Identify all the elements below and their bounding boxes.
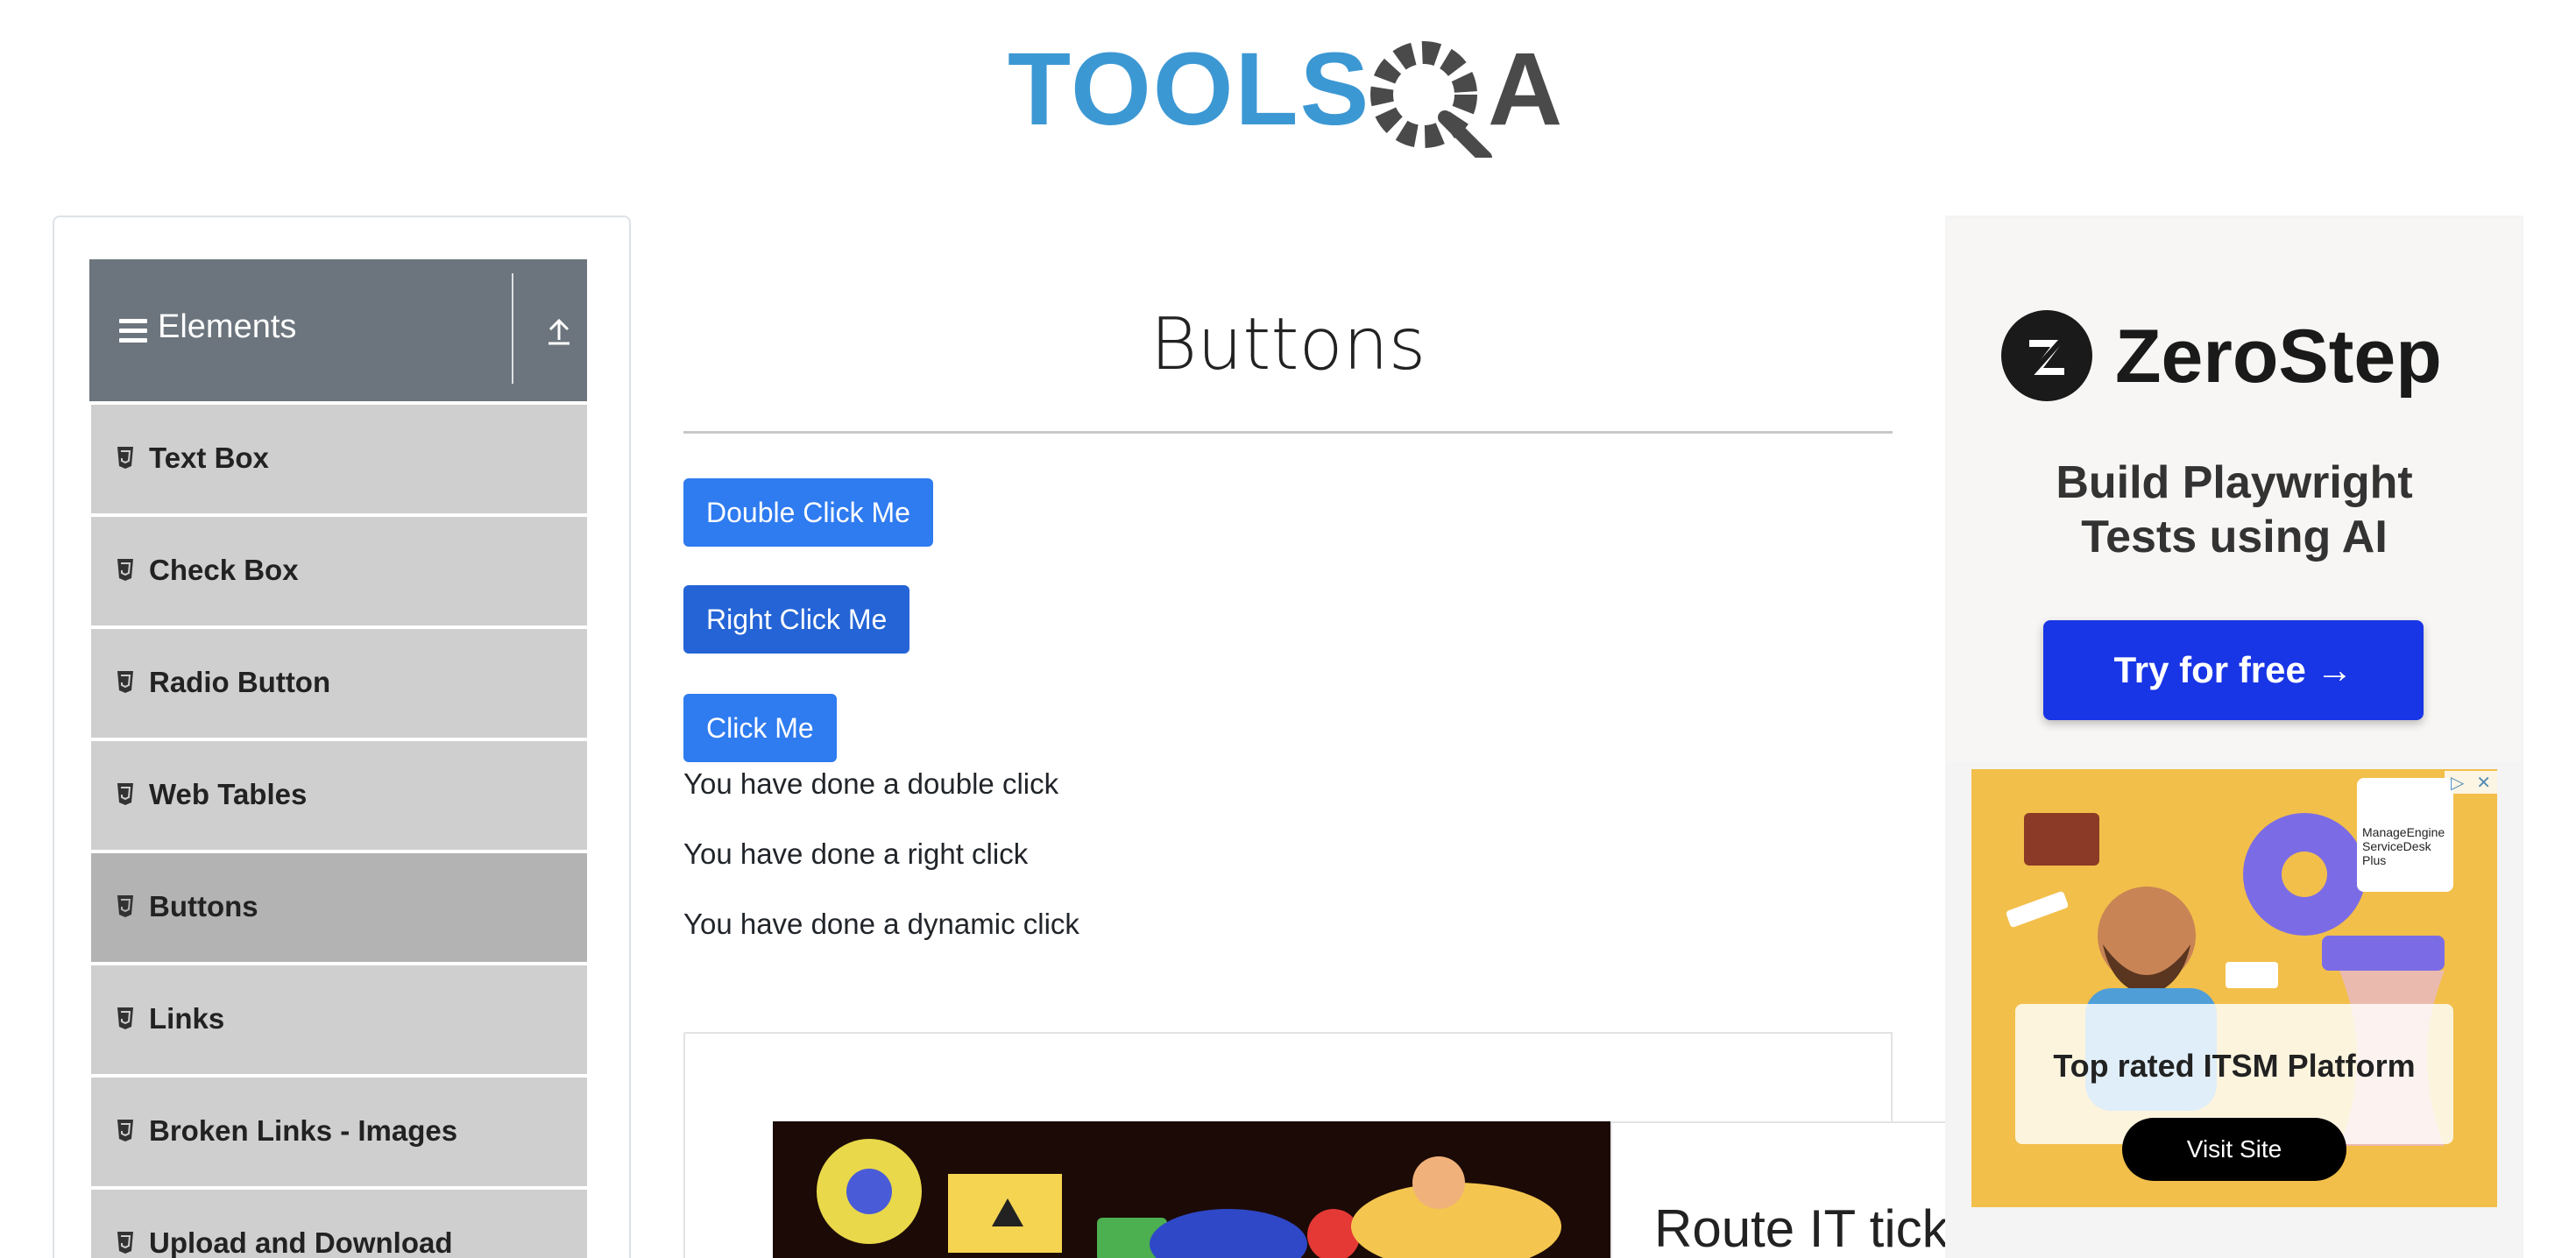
sidebar-item-broken-links[interactable]: Broken Links - Images [91,1078,587,1186]
html5-icon [117,783,133,805]
sidebar-item-upload-download[interactable]: Upload and Download [91,1190,587,1258]
zerostep-brand: ZeroStep [2115,314,2442,399]
double-click-button[interactable]: Double Click Me [683,478,933,547]
ad-close-icon[interactable]: ✕ [2476,772,2491,794]
html5-icon [117,1120,133,1141]
sidebar-item-label: Text Box [149,442,269,474]
sidebar-item-text-box[interactable]: Text Box [91,405,587,513]
servicedesk-brand-line1: ManageEngine [2362,825,2445,839]
servicedesk-headline: Top rated ITSM Platform [2053,1048,2416,1084]
double-click-message: You have done a double click [683,767,1059,800]
html5-icon [117,895,133,917]
zerostep-tagline-line2: Tests using AI [2081,512,2388,562]
sidebar-item-label: Check Box [149,554,299,586]
sidebar-item-label: Upload and Download [149,1226,453,1258]
sidebar-item-label: Broken Links - Images [149,1114,458,1147]
zerostep-tagline: Build Playwright Tests using AI [1971,456,2497,564]
sidebar-item-web-tables[interactable]: Web Tables [91,741,587,850]
sidebar-item-label: Radio Button [149,666,331,698]
click-me-button[interactable]: Click Me [683,694,837,762]
group-title: Elements [158,308,297,345]
title-divider [683,431,1893,434]
toolsqa-logo[interactable]: TOOLS A [1008,26,1577,158]
elements-group-header[interactable]: Elements [89,259,587,401]
adchoices-icon[interactable]: ▷ ✕ [2445,771,2497,794]
collapse-arrow-icon[interactable] [541,314,577,349]
zerostep-tagline-line1: Build Playwright [2056,457,2413,508]
sidebar-item-buttons[interactable]: Buttons [91,853,587,962]
sidebar-item-label: Buttons [149,890,258,922]
sidebar-item-links[interactable]: Links [91,965,587,1074]
html5-icon [117,671,133,693]
sidebar-item-label: Links [149,1002,225,1035]
hamburger-icon [119,319,147,343]
html5-icon [117,447,133,469]
html5-icon [117,559,133,581]
servicedesk-brand-line2: ServiceDesk Plus [2362,839,2431,867]
html5-icon [117,1007,133,1029]
visit-site-button[interactable]: Visit Site [2122,1118,2346,1181]
servicedesk-brand-badge: ManageEngine ServiceDesk Plus [2357,778,2453,892]
sidebar-item-label: Web Tables [149,778,308,810]
svg-text:A: A [1488,32,1562,147]
right-click-button[interactable]: Right Click Me [683,585,910,654]
sidebar-item-radio-button[interactable]: Radio Button [91,629,587,738]
sidebar-item-check-box[interactable]: Check Box [91,517,587,625]
html5-icon [117,1232,133,1254]
page-title: Buttons [1150,303,1426,386]
zerostep-logo-icon [2001,310,2092,401]
svg-text:TOOLS: TOOLS [1008,32,1370,147]
bottom-ad-headline[interactable]: Route IT tick [1654,1198,1949,1258]
ad-info-icon[interactable]: ▷ [2451,772,2464,794]
try-for-free-button[interactable]: Try for free → [2043,620,2424,720]
header-divider [512,273,513,384]
sidebar-menu: Text Box Check Box Radio Button Web Tabl… [91,405,587,1258]
bottom-ad-illustration[interactable] [773,1121,1610,1258]
right-click-message: You have done a right click [683,837,1029,870]
dynamic-click-message: You have done a dynamic click [683,908,1079,940]
